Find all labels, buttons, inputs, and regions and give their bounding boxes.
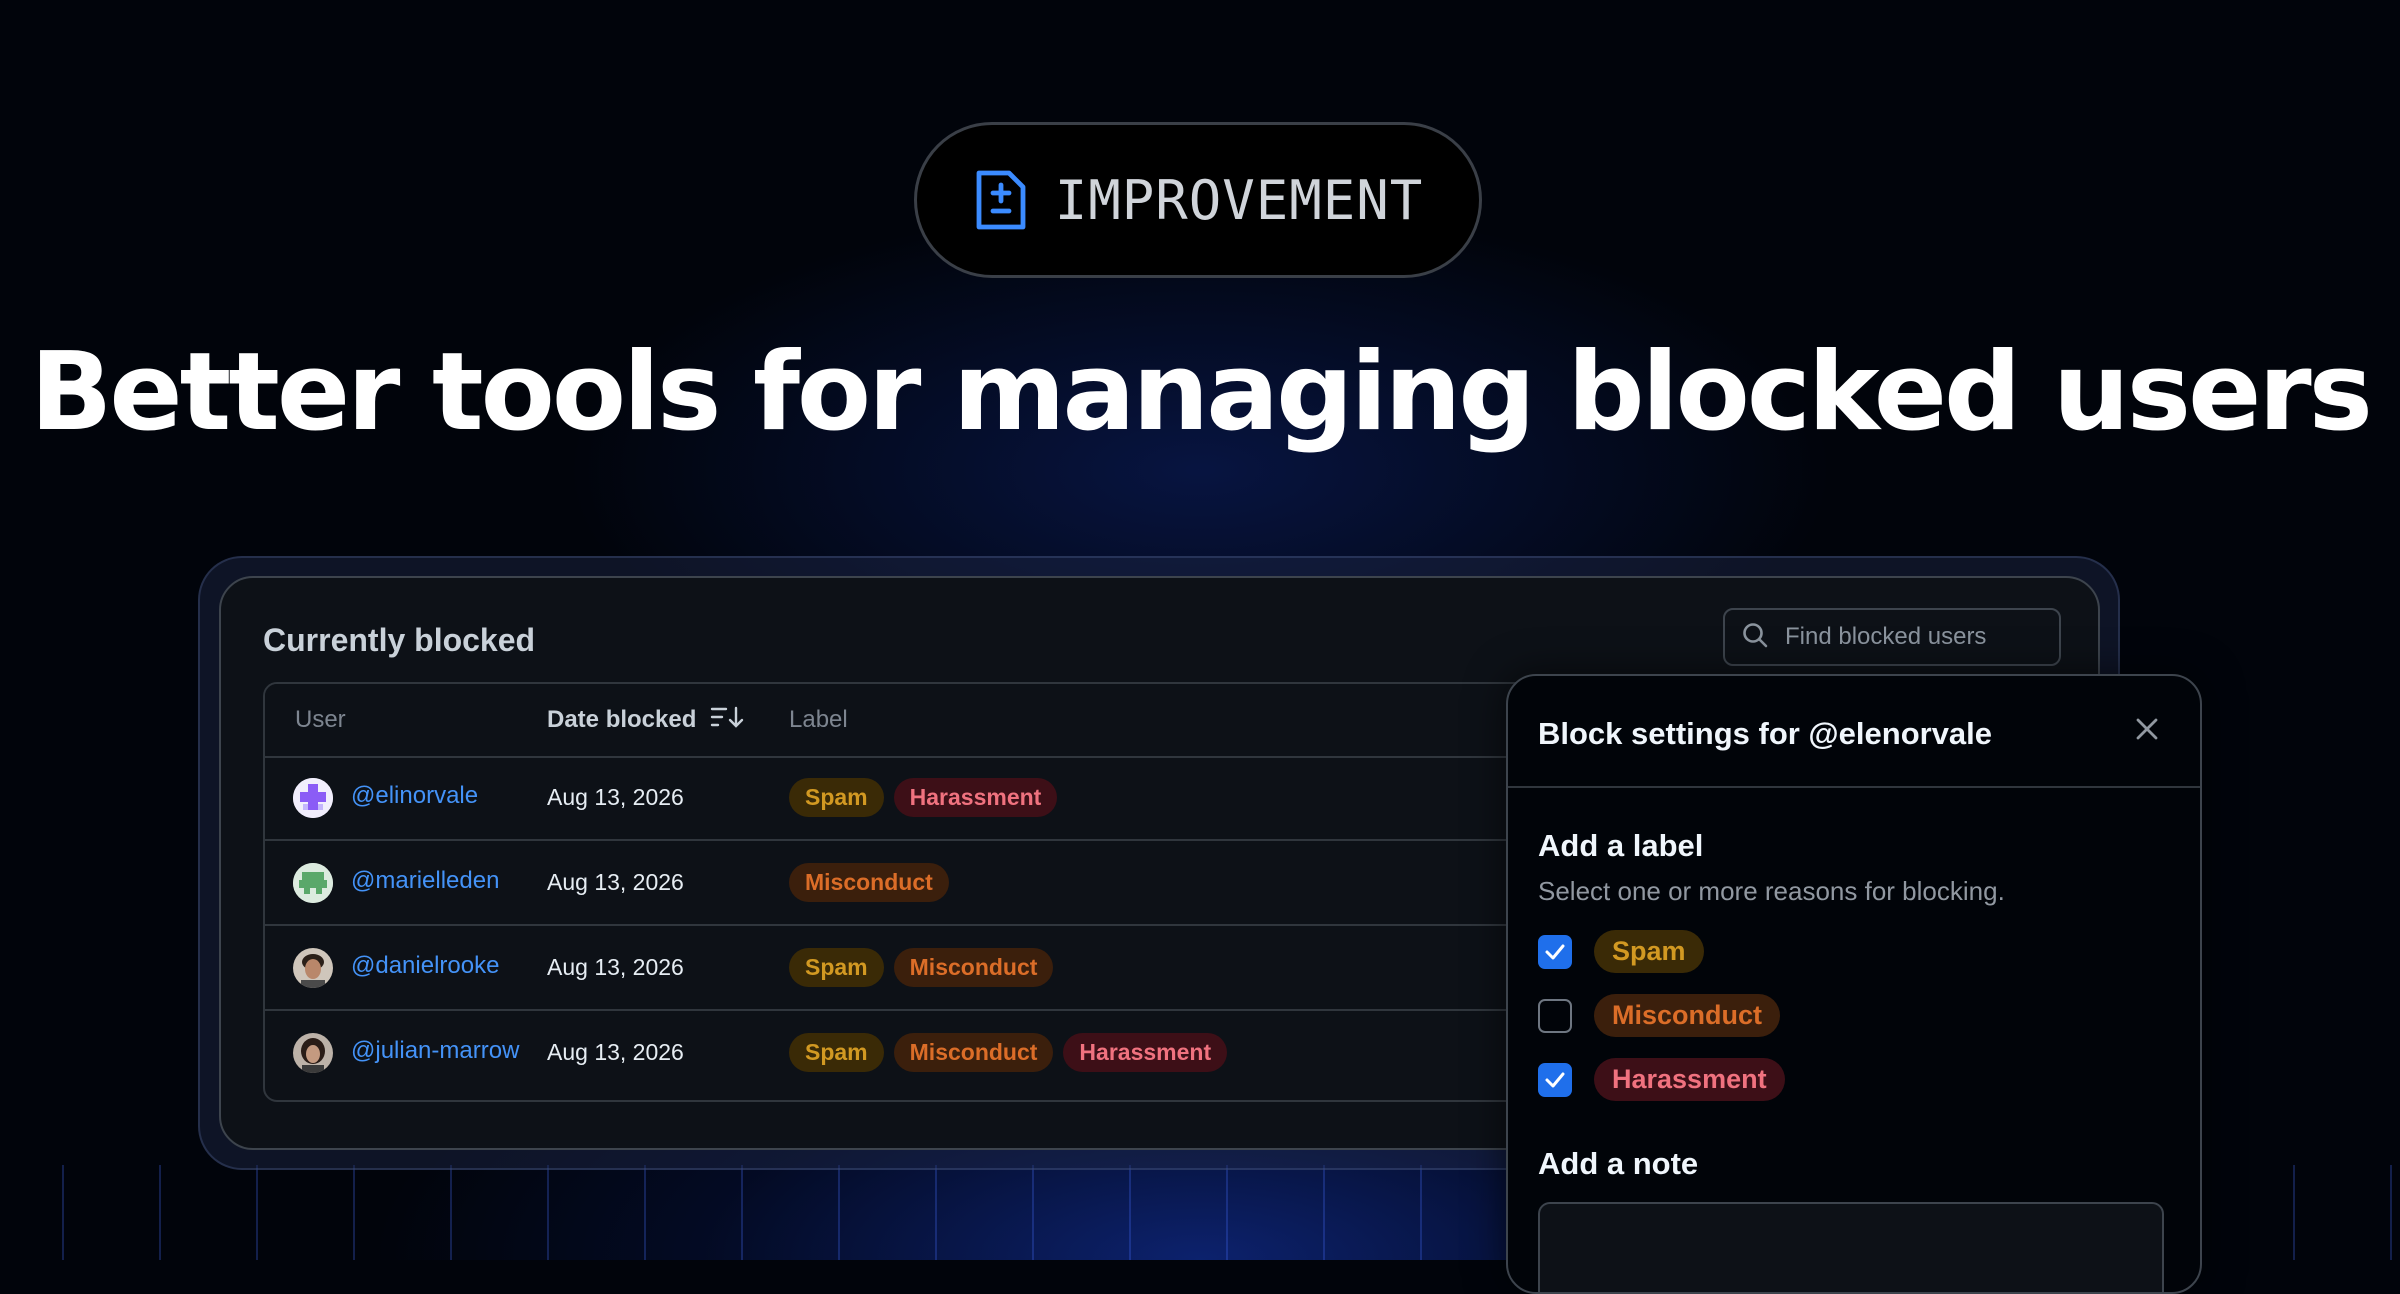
option-spam[interactable]: Spam [1538,930,1704,973]
misconduct-checkbox[interactable] [1538,998,1572,1033]
label-list: Misconduct [789,863,949,902]
column-header-user: User [295,706,346,733]
improvement-badge: IMPROVEMENT [914,122,1482,278]
label-harassment: Harassment [1063,1033,1228,1072]
label-list: Spam Harassment [789,778,1058,817]
sort-descending-icon[interactable] [710,705,744,736]
label-misconduct: Misconduct [789,863,949,902]
column-header-label: Label [789,706,848,733]
search-box[interactable] [1723,608,2061,666]
option-misconduct[interactable]: Misconduct [1538,994,1781,1037]
page-headline: Better tools for managing blocked users [30,330,2373,455]
add-note-title: Add a note [1538,1146,1699,1181]
avatar [293,863,333,903]
label-spam: Spam [789,1033,884,1072]
date-blocked: Aug 13, 2026 [547,954,684,980]
date-blocked: Aug 13, 2026 [547,784,684,810]
add-label-title: Add a label [1538,828,1704,863]
date-blocked: Aug 13, 2026 [547,1039,684,1065]
label-misconduct: Misconduct [893,1033,1054,1072]
file-diff-icon [973,169,1029,231]
popover-title: Block settings for @elenorvale [1538,716,1993,751]
search-icon [1741,621,1769,654]
username-link[interactable]: @julian-marrow [351,1037,519,1065]
username-link[interactable]: @danielrooke [351,952,499,980]
badge-label: IMPROVEMENT [1054,168,1424,232]
date-blocked: Aug 13, 2026 [547,869,684,895]
option-label-misconduct: Misconduct [1594,994,1781,1037]
option-label-harassment: Harassment [1594,1058,1785,1101]
harassment-checkbox[interactable] [1538,1062,1572,1097]
label-list: Spam Misconduct [789,948,1054,987]
label-list: Spam Misconduct Harassment [789,1033,1228,1072]
spam-checkbox[interactable] [1538,934,1572,969]
column-header-date-label: Date blocked [547,706,697,733]
label-spam: Spam [789,778,884,817]
avatar [293,948,333,988]
search-input[interactable] [1783,622,2047,652]
note-textarea[interactable] [1538,1202,2164,1292]
close-icon[interactable] [2132,714,2162,749]
label-misconduct: Misconduct [893,948,1054,987]
avatar [293,1033,333,1073]
username-link[interactable]: @marielleden [351,867,499,895]
label-harassment: Harassment [893,778,1058,817]
option-harassment[interactable]: Harassment [1538,1058,1785,1101]
username-link[interactable]: @elinorvale [351,782,478,810]
add-label-description: Select one or more reasons for blocking. [1538,876,2005,906]
popover-header: Block settings for @elenorvale [1508,676,2200,788]
label-spam: Spam [789,948,884,987]
avatar [293,778,333,818]
column-header-date[interactable]: Date blocked [547,705,744,736]
option-label-spam: Spam [1594,930,1704,973]
panel-title: Currently blocked [263,622,536,658]
block-settings-popover: Block settings for @elenorvale Add a lab… [1506,674,2202,1294]
